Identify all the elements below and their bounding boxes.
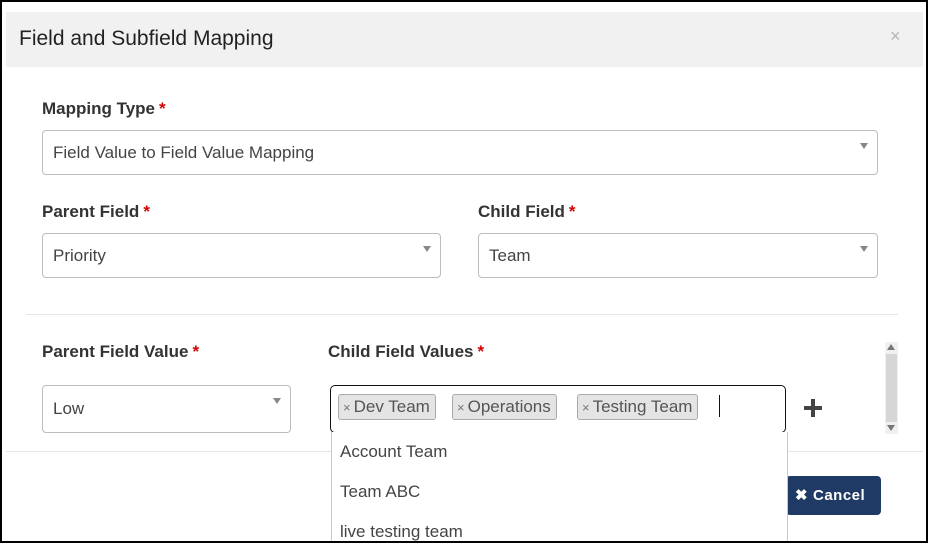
required-marker: *	[568, 202, 576, 221]
plus-icon[interactable]	[802, 397, 826, 421]
required-marker: *	[159, 99, 166, 118]
parent-field-value-label: Parent Field Value *	[42, 342, 199, 362]
child-field-value: Team	[489, 246, 531, 265]
chevron-down-icon	[860, 143, 868, 149]
parent-field-label: Parent Field *	[42, 202, 150, 222]
required-marker: *	[192, 342, 200, 361]
parent-field-select[interactable]: Priority	[42, 233, 441, 278]
parent-field-label-text: Parent Field	[42, 202, 140, 221]
dropdown-option[interactable]: live testing team	[340, 522, 463, 541]
close-icon[interactable]: ×	[890, 26, 901, 47]
required-marker: *	[143, 202, 150, 221]
tag-label: Testing Team	[592, 397, 693, 416]
remove-tag-icon[interactable]: ×	[457, 400, 465, 415]
parent-field-value-label-text: Parent Field Value	[42, 342, 189, 361]
child-values-dropdown: Account Team Team ABC live testing team	[331, 432, 788, 541]
tag-operations: × Operations	[452, 394, 557, 420]
scrollbar-thumb[interactable]	[886, 354, 897, 422]
remove-tag-icon[interactable]: ×	[582, 400, 590, 415]
tag-dev-team: × Dev Team	[338, 394, 436, 420]
dropdown-option[interactable]: Account Team	[340, 442, 447, 462]
mapping-type-label: Mapping Type *	[42, 99, 166, 119]
scroll-down-icon[interactable]	[887, 425, 895, 431]
parent-field-value-value: Low	[53, 399, 85, 418]
child-field-label-text: Child Field	[478, 202, 565, 221]
text-cursor	[719, 395, 720, 417]
modal-title: Field and Subfield Mapping	[19, 27, 274, 50]
required-marker: *	[477, 342, 485, 361]
section-divider	[26, 314, 898, 315]
modal-header: Field and Subfield Mapping ×	[6, 12, 923, 67]
modal-frame: Field and Subfield Mapping × Mapping Typ…	[0, 0, 928, 543]
child-field-label: Child Field *	[478, 202, 576, 222]
child-field-values-label-text: Child Field Values	[328, 342, 474, 361]
chevron-down-icon	[860, 246, 868, 252]
tag-label: Dev Team	[353, 397, 430, 416]
mapping-type-value: Field Value to Field Value Mapping	[53, 143, 315, 162]
chevron-down-icon	[423, 246, 431, 252]
times-icon: ✖	[795, 487, 809, 504]
mapping-type-select[interactable]: Field Value to Field Value Mapping	[42, 130, 878, 175]
scrollbar[interactable]	[885, 342, 898, 434]
chevron-down-icon	[273, 398, 281, 404]
child-field-values-label: Child Field Values *	[328, 342, 484, 362]
dropdown-option[interactable]: Team ABC	[340, 482, 420, 502]
scroll-up-icon[interactable]	[887, 344, 895, 350]
parent-field-value: Priority	[53, 246, 106, 265]
tag-testing-team: × Testing Team	[577, 394, 699, 420]
parent-field-value-select[interactable]: Low	[42, 385, 291, 433]
mapping-type-label-text: Mapping Type	[42, 99, 156, 118]
tag-label: Operations	[467, 397, 551, 416]
remove-tag-icon[interactable]: ×	[343, 400, 351, 415]
child-field-values-multiselect[interactable]: × Dev Team × Operations × Testing Team	[330, 385, 786, 433]
child-field-select[interactable]: Team	[478, 233, 878, 278]
cancel-button[interactable]: ✖ Cancel	[786, 476, 881, 515]
plus-icon-vertical	[811, 399, 815, 417]
cancel-button-label: Cancel	[813, 487, 866, 504]
